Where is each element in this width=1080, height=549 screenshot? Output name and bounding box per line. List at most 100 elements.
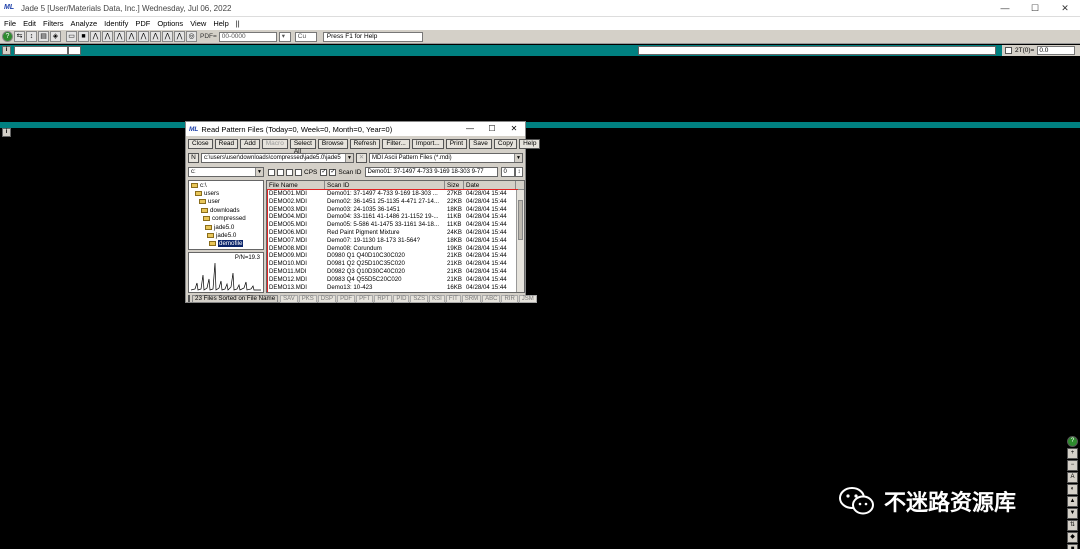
menu-view[interactable]: View [190,19,206,28]
file-list-scrollbar[interactable] [516,190,524,292]
menu-pdf[interactable]: PDF [135,19,150,28]
peak-icon-6[interactable]: ⋀ [150,31,161,42]
drive-combo[interactable]: c: ▼ [188,167,264,177]
option-checkbox-1[interactable] [268,168,275,176]
spin-icon[interactable]: ↕ [514,167,523,177]
column-scan-id[interactable]: Scan ID [325,181,445,189]
swap-icon[interactable]: ⇅ [1067,520,1078,531]
scanid-checkbox[interactable]: ✓ [329,168,337,176]
status-tab-fit[interactable]: FIT [445,294,461,303]
upper-plot-area[interactable] [14,56,1080,122]
option-checkbox-4[interactable] [295,168,302,176]
pane-field-2[interactable] [68,46,81,55]
menu-file[interactable]: File [4,19,16,28]
print-button[interactable]: Print [445,139,468,149]
status-tab-ksi[interactable]: KSI [429,294,445,303]
tree-node[interactable]: user [189,198,263,206]
table-row[interactable]: DEMO08.MDI Demo08: Corundum 19KB 04/28/04 1… [267,245,524,253]
status-tab-abc[interactable]: ABC [482,294,501,303]
read-button[interactable]: Read [214,139,239,149]
up-down-icon[interactable]: ↕ [26,31,37,42]
fit-icon[interactable]: A [1067,472,1078,483]
close-button[interactable]: ✕ [1050,0,1080,17]
pdf-dropdown-icon[interactable]: ▾ [278,31,291,42]
print-icon[interactable]: ▭ [66,31,77,42]
status-checkbox[interactable] [188,295,190,302]
option-checkbox-2[interactable] [277,168,284,176]
browse-button[interactable]: Browse [317,139,348,149]
pdf-search-icon[interactable]: ◎ [186,31,197,42]
zoom-in-icon[interactable]: + [1067,448,1078,459]
path-combo[interactable]: c:\users\user\downloads\compressed\jade5… [201,153,354,163]
peak-icon-5[interactable]: ⋀ [138,31,149,42]
stop-icon[interactable]: ■ [78,31,89,42]
status-tab-pks[interactable]: PKS [298,294,317,303]
import-button[interactable]: Import... [411,139,444,149]
tree-node[interactable]: jade5.0 [189,231,263,239]
menu-help[interactable]: Help [213,19,228,28]
new-button[interactable]: N [188,153,199,163]
status-tab-pid[interactable]: PID [393,294,410,303]
dialog-close-button[interactable]: ✕ [503,122,525,136]
filetype-combo[interactable]: MDI Ascii Pattern Files (*.mdi) ▼ [369,153,523,163]
zoom-out-icon[interactable]: − [1067,460,1078,471]
help-icon[interactable]: ? [2,31,13,42]
square-icon[interactable]: ■ [1067,544,1078,549]
tree-node[interactable]: compressed [189,215,263,223]
chevron-down-icon[interactable]: ▼ [345,154,353,162]
expand-icon[interactable]: ◆ [1067,532,1078,543]
chevron-down-icon[interactable]: ▼ [514,154,522,162]
refresh-button[interactable]: Refresh [349,139,381,149]
cps-checkbox[interactable]: ✓ [320,168,328,176]
arrow-down-icon[interactable]: ▼ [1067,508,1078,519]
column-size[interactable]: Size [445,181,464,189]
table-row[interactable]: DEMO06.MDI Red Paint Pigment Mixture 24KB 0… [267,229,524,237]
scanid-field[interactable]: Demo01: 37-1497 4-733 9-169 18-303 9-77 [364,167,498,177]
pane-splitter[interactable] [0,122,1080,128]
minimize-button[interactable]: — [990,0,1020,17]
column-file-name[interactable]: File Name [267,181,325,189]
tree-node[interactable]: c:\ [189,181,263,189]
menu-edit[interactable]: Edit [23,19,36,28]
tree-node[interactable]: downloads [189,206,263,214]
macro-button[interactable]: Macro [261,139,288,149]
table-row[interactable]: DEMO03.MDI Demo03: 24-1035 36-1451 18KB 04/… [267,206,524,214]
filter-button[interactable]: Filter... [382,139,410,149]
table-row[interactable]: DEMO02.MDI Demo02: 36-1451 25-1135 4-471 … [267,198,524,206]
menu-options[interactable]: Options [157,19,183,28]
peak-icon-1[interactable]: ⋀ [90,31,101,42]
twotheta-checkbox[interactable] [1005,47,1012,54]
tree-node-selected[interactable]: demofile [189,240,263,248]
peak-icon-8[interactable]: ⋀ [174,31,185,42]
table-row[interactable]: DEMO11.MDI D0982 Q3 Q10D30C40C020 21KB 04/2… [267,268,524,276]
element-select[interactable]: Cu [294,31,317,42]
peak-icon-7[interactable]: ⋀ [162,31,173,42]
peak-icon-3[interactable]: ⋀ [114,31,125,42]
menu-filters[interactable]: Filters [43,19,63,28]
folder-tree[interactable]: c:\ users user downloads compressed jade… [188,180,264,250]
status-tab-pft[interactable]: PFT [356,294,374,303]
peak-icon-2[interactable]: ⋀ [102,31,113,42]
menu-pause[interactable]: || [236,19,240,28]
pattern-icon[interactable]: ◈ [50,31,61,42]
axis-icon[interactable]: ⇆ [14,31,25,42]
table-row[interactable]: DEMO12.MDI D0983 Q4 Q55D5C20C020 21KB 04/28… [267,276,524,284]
status-tab-dsp[interactable]: DSP [317,294,337,303]
pdf-number-field[interactable]: 00-0000 [218,31,277,42]
tree-node[interactable]: jade5.0 [189,223,263,231]
copy-button[interactable]: Copy [493,139,518,149]
open-folder-icon[interactable]: ▤ [38,31,49,42]
table-row[interactable]: DEMO13.MDI Demo13: 10-423 16KB 04/28/04 15:… [267,284,524,292]
option-checkbox-3[interactable] [286,168,293,176]
pane-field-3[interactable] [638,46,996,55]
save-button[interactable]: Save [469,139,492,149]
dialog-minimize-button[interactable]: — [459,122,481,136]
status-tab-rir[interactable]: RIR [501,294,518,303]
column-date[interactable]: Date [464,181,516,189]
help-button[interactable]: Help [519,139,541,149]
status-tab-jsm[interactable]: JSM [518,294,537,303]
menu-identify[interactable]: Identify [104,19,128,28]
table-row[interactable]: DEMO01.MDI Demo01: 37-1497 4-733 9-169 18… [267,190,524,198]
lower-pane-info-button[interactable]: i [2,128,11,137]
table-row[interactable]: DEMO09.MDI D0980 Q1 Q40D10C30C020 21KB 04/2… [267,252,524,260]
